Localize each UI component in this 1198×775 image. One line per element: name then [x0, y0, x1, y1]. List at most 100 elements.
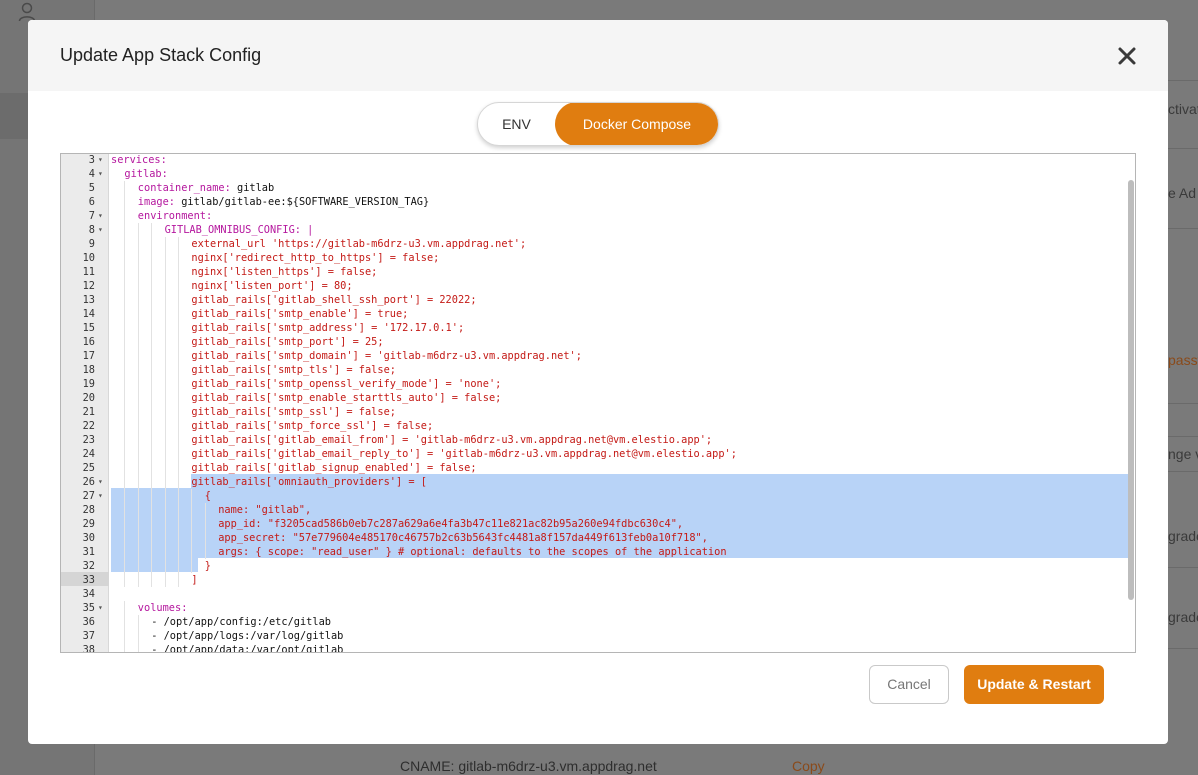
indent-guide [151, 363, 153, 377]
indent-guide [137, 335, 139, 349]
line-number: 20 [82, 392, 95, 404]
line-number: 10 [82, 252, 95, 264]
indent-guide [137, 545, 139, 559]
indent-guide [124, 475, 126, 489]
fold-arrow-icon[interactable]: ▾ [98, 601, 106, 615]
line-number: 7 [88, 210, 95, 222]
code-text: gitlab_rails['smtp_address'] = '172.17.0… [191, 321, 464, 335]
indent-guide [137, 293, 139, 307]
line-number: 38 [82, 644, 95, 653]
line-number: 13 [82, 294, 95, 306]
indent-guide [178, 363, 179, 377]
indent-guide [204, 531, 206, 545]
background-right-item: ctivat [1168, 101, 1198, 117]
line-number: 32 [82, 560, 95, 572]
fold-arrow-icon[interactable]: ▾ [98, 475, 106, 489]
line-number: 14 [82, 308, 95, 320]
code-editor[interactable]: 3 ▾ services: 4 ▾ gitlab: 5 container_name: git… [60, 153, 1136, 653]
config-string: app_secret: "57e779604e485170c46757b2c63… [218, 532, 708, 544]
fold-arrow-icon[interactable]: ▾ [98, 209, 106, 223]
indent-guide [124, 573, 126, 587]
yaml-value: gitlab [230, 182, 275, 194]
code-line: 19 gitlab_rails['smtp_openssl_verify_mode… [61, 377, 1131, 391]
code-text: external_url 'https://gitlab-m6drz-u3.vm… [191, 237, 526, 251]
indent-guide [164, 489, 166, 503]
code-line: 27 ▾ { [61, 489, 1131, 503]
indent-guide [124, 195, 126, 209]
cancel-button[interactable]: Cancel [869, 665, 949, 704]
indent-guide [178, 335, 179, 349]
indent-guide [178, 517, 179, 531]
indent-guide [164, 265, 166, 279]
config-string: gitlab_rails['smtp_domain'] = 'gitlab-m6… [191, 350, 582, 362]
indent-guide [178, 461, 179, 475]
indent-guide [124, 629, 126, 643]
indent-guide [178, 391, 179, 405]
yaml-key: services: [111, 154, 167, 166]
indent-guide [124, 363, 126, 377]
close-button[interactable] [1115, 44, 1139, 68]
fold-arrow-icon[interactable]: ▾ [98, 167, 106, 181]
indent-guide [137, 433, 139, 447]
code-text: gitlab_rails['smtp_ssl'] = false; [191, 405, 396, 419]
indent-guide [151, 265, 153, 279]
indent-guide [124, 265, 126, 279]
code-line: 35 ▾ volumes: [61, 601, 1131, 615]
indent-guide [151, 419, 153, 433]
code-text: - /opt/app/logs:/var/log/gitlab [151, 629, 343, 643]
yaml-value: - /opt/app/logs:/var/log/gitlab [151, 630, 344, 642]
indent-guide [178, 489, 179, 503]
yaml-key: environment: [137, 210, 213, 222]
indent-guide [178, 559, 179, 573]
indent-guide [137, 489, 139, 503]
indent-guide [124, 293, 126, 307]
editor-scrollbar[interactable] [1128, 180, 1134, 600]
code-line: 12 nginx['listen_port'] = 80; [61, 279, 1131, 293]
fold-arrow-icon[interactable]: ▾ [98, 154, 106, 167]
code-text: image: gitlab/gitlab-ee:${SOFTWARE_VERSI… [138, 195, 429, 209]
indent-guide [124, 223, 126, 237]
divider [1168, 228, 1198, 229]
line-number: 34 [82, 588, 95, 600]
config-string: args: { scope: "read_user" } # optional:… [218, 546, 727, 558]
indent-guide [137, 391, 139, 405]
code-text: services: [111, 154, 167, 167]
line-number: 4 [88, 168, 95, 180]
line-number: 23 [82, 434, 95, 446]
config-string: gitlab_rails['smtp_address'] = '172.17.0… [191, 322, 465, 334]
indent-guide [178, 419, 179, 433]
background-right-item: passw [1168, 352, 1198, 368]
code-line: 29 app_id: "f3205cad586b0eb7c287a629a6e4f… [61, 517, 1131, 531]
config-string: app_id: "f3205cad586b0eb7c287a629a6e4fa3… [218, 518, 684, 530]
line-number: 19 [82, 378, 95, 390]
indent-guide [178, 237, 179, 251]
indent-guide [124, 391, 126, 405]
fold-arrow-icon[interactable]: ▾ [98, 223, 106, 237]
line-number: 24 [82, 448, 95, 460]
yaml-key: volumes: [137, 602, 188, 614]
indent-guide [137, 461, 139, 475]
code-line: 24 gitlab_rails['gitlab_email_reply_to'] … [61, 447, 1131, 461]
indent-guide [178, 475, 179, 489]
yaml-key: image: [137, 196, 175, 208]
indent-guide [164, 433, 166, 447]
update-restart-button[interactable]: Update & Restart [964, 665, 1104, 704]
fold-arrow-icon[interactable]: ▾ [98, 489, 106, 503]
code-line: 30 app_secret: "57e779604e485170c46757b2c… [61, 531, 1131, 545]
indent-guide [124, 251, 126, 265]
code-line: 26 ▾ gitlab_rails['omniauth_providers'] = … [61, 475, 1131, 489]
indent-guide [124, 433, 126, 447]
code-text: nginx['listen_https'] = false; [191, 265, 377, 279]
indent-guide [178, 265, 179, 279]
code-line: 33] [61, 573, 1131, 587]
tab-env[interactable]: ENV [478, 103, 555, 145]
config-string: gitlab_rails['smtp_openssl_verify_mode']… [191, 378, 502, 390]
indent-guide [137, 559, 139, 573]
indent-guide [164, 517, 166, 531]
tab-docker-compose[interactable]: Docker Compose [555, 103, 718, 145]
code-text: gitlab_rails['gitlab_email_reply_to'] = … [191, 447, 737, 461]
indent-guide [178, 447, 179, 461]
config-string: gitlab_rails['omniauth_providers'] = [ [191, 476, 427, 488]
line-number: 35 [82, 602, 95, 614]
indent-guide [178, 573, 179, 587]
